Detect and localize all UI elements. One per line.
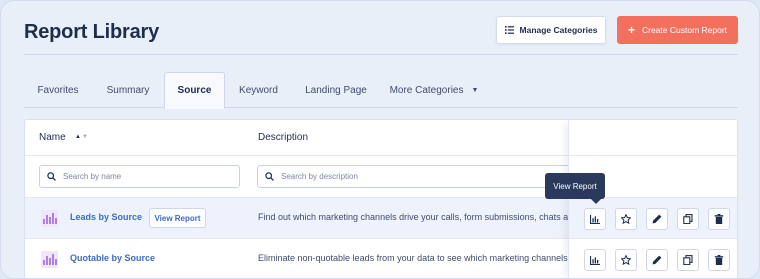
star-icon bbox=[621, 255, 631, 265]
create-custom-report-label: Create Custom Report bbox=[641, 25, 728, 35]
copy-action[interactable] bbox=[677, 249, 699, 271]
column-header-description: Description bbox=[258, 132, 309, 143]
reports-table: Name ▲▼ Description Search by name Searc… bbox=[24, 119, 738, 278]
pencil-icon bbox=[652, 214, 662, 224]
tab-label: More Categories bbox=[389, 84, 464, 96]
header-divider bbox=[24, 54, 738, 55]
tab-summary[interactable]: Summary bbox=[94, 72, 162, 108]
search-description-input[interactable]: Search by description bbox=[257, 165, 577, 188]
trash-icon bbox=[714, 214, 724, 224]
actions-header bbox=[569, 120, 737, 156]
copy-action[interactable] bbox=[677, 208, 699, 230]
favorite-action[interactable] bbox=[615, 208, 637, 230]
copy-icon bbox=[683, 255, 693, 265]
row-actions bbox=[569, 238, 737, 278]
tab-label: Summary bbox=[106, 84, 150, 96]
caret-down-icon: ▼ bbox=[471, 86, 479, 94]
report-description: Find out which marketing channels drive … bbox=[258, 212, 579, 222]
tab-label: Favorites bbox=[37, 84, 79, 96]
search-icon bbox=[47, 172, 56, 181]
search-icon bbox=[265, 172, 274, 181]
bar-chart-icon bbox=[590, 214, 600, 224]
bar-chart-icon bbox=[41, 210, 58, 227]
view-report-action[interactable] bbox=[584, 208, 606, 230]
pencil-icon bbox=[652, 255, 662, 265]
sort-ascending-icon[interactable]: ▲▼ bbox=[75, 134, 88, 140]
report-library-window: Report Library Manage Categories + Creat… bbox=[0, 0, 760, 279]
tab-label: Landing Page bbox=[305, 84, 367, 96]
bar-chart-icon bbox=[590, 255, 600, 265]
report-description: Eliminate non-quotable leads from your d… bbox=[258, 253, 575, 263]
manage-categories-button[interactable]: Manage Categories bbox=[496, 16, 606, 44]
tab-landing-page[interactable]: Landing Page bbox=[294, 72, 378, 108]
view-report-action[interactable] bbox=[584, 249, 606, 271]
search-name-input[interactable]: Search by name bbox=[39, 165, 240, 188]
trash-icon bbox=[714, 255, 724, 265]
search-description-placeholder: Search by description bbox=[281, 172, 358, 181]
report-name-link[interactable]: Quotable by Source bbox=[70, 253, 155, 263]
edit-action[interactable] bbox=[646, 208, 668, 230]
star-icon bbox=[621, 214, 631, 224]
tab-label: Source bbox=[177, 85, 212, 96]
delete-action[interactable] bbox=[708, 208, 730, 230]
page-title: Report Library bbox=[24, 21, 160, 43]
view-report-tooltip: View Report bbox=[545, 173, 605, 204]
manage-categories-label: Manage Categories bbox=[519, 25, 598, 35]
view-report-button[interactable]: View Report bbox=[149, 208, 206, 228]
favorite-action[interactable] bbox=[615, 249, 637, 271]
copy-icon bbox=[683, 214, 693, 224]
bar-chart-icon bbox=[41, 251, 58, 268]
delete-action[interactable] bbox=[708, 249, 730, 271]
tab-label: Keyword bbox=[239, 84, 278, 96]
edit-action[interactable] bbox=[646, 249, 668, 271]
plus-icon: + bbox=[627, 23, 635, 37]
tab-source[interactable]: Source bbox=[164, 72, 225, 109]
create-custom-report-button[interactable]: + Create Custom Report bbox=[617, 16, 738, 44]
search-name-placeholder: Search by name bbox=[63, 172, 122, 181]
column-header-name[interactable]: Name bbox=[39, 132, 66, 143]
report-name-link[interactable]: Leads by Source bbox=[70, 212, 142, 222]
tab-more-categories[interactable]: More Categories ▼ bbox=[382, 72, 486, 108]
category-tabs: Favorites Summary Source Keyword Landing… bbox=[24, 72, 738, 109]
tab-favorites[interactable]: Favorites bbox=[24, 72, 92, 108]
list-icon bbox=[504, 26, 514, 34]
tab-keyword[interactable]: Keyword bbox=[227, 72, 290, 108]
